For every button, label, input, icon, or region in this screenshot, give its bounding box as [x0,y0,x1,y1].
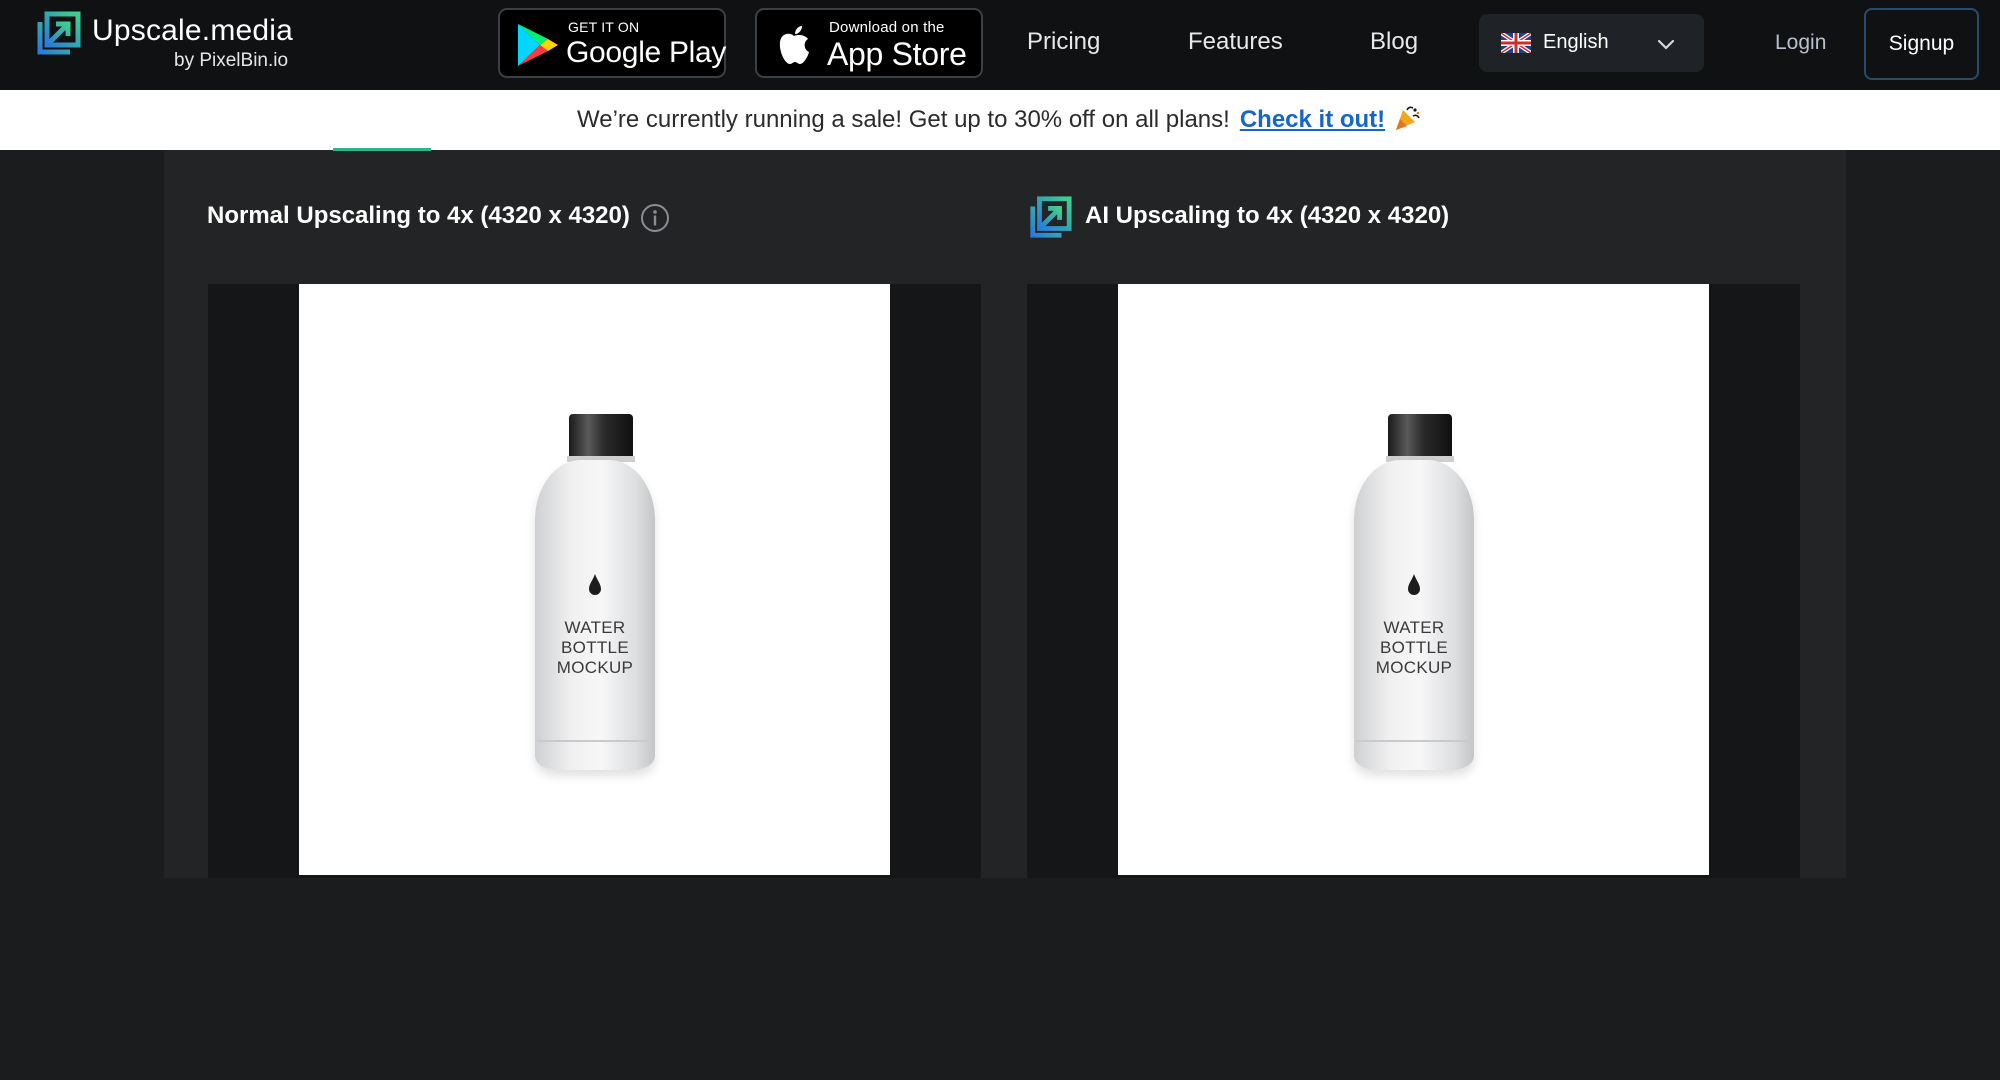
bottle-band [1356,740,1472,742]
logo-subtitle: by PixelBin.io [174,50,289,71]
active-tab-indicator [333,148,431,151]
nav-features-link[interactable]: Features [1188,28,1283,56]
sale-banner-content: We’re currently running a sale! Get up t… [577,104,1421,134]
language-label: English [1543,31,1609,53]
bottle-label-line: BOTTLE [561,638,629,657]
check-it-out-link[interactable]: Check it out! [1240,106,1385,133]
upscale-logo-icon [1030,196,1072,238]
bottle-label: WATER BOTTLE MOCKUP [1354,618,1474,678]
sale-banner: We’re currently running a sale! Get up t… [0,90,2000,150]
google-play-label: Google Play [566,36,727,69]
sale-banner-text: We’re currently running a sale! Get up t… [577,106,1230,133]
bottle-label-line: MOCKUP [556,658,634,677]
language-selector[interactable]: English [1479,14,1704,72]
bottle-label-line: MOCKUP [1375,658,1453,677]
google-play-small-label: GET IT ON [568,19,640,35]
app-store-small-label: Download on the [829,19,945,36]
google-play-icon [518,24,558,66]
bottle-label-line: WATER [564,618,626,637]
bottle-body: WATER BOTTLE MOCKUP [1354,460,1474,770]
nav-pricing-link[interactable]: Pricing [1027,28,1100,56]
apple-icon [779,26,809,64]
water-bottle: WATER BOTTLE MOCKUP [1354,414,1474,774]
water-bottle: WATER BOTTLE MOCKUP [535,414,655,774]
bottle-label-line: WATER [1383,618,1445,637]
nav-blog-link[interactable]: Blog [1370,28,1418,56]
normal-upscaled-image: WATER BOTTLE MOCKUP [299,284,890,875]
logo[interactable]: Upscale.media by PixelBin.io [34,10,304,74]
ai-upscaling-title: AI Upscaling to 4x (4320 x 4320) [1085,202,1450,229]
normal-upscaling-title: Normal Upscaling to 4x (4320 x 4320) [207,202,630,229]
app-store-label: App Store [827,36,967,72]
uk-flag-icon [1501,33,1531,53]
upscale-logo-icon [37,11,81,55]
info-icon[interactable] [640,203,670,233]
bottle-band [537,740,653,742]
chevron-down-icon [1657,39,1675,50]
google-play-button[interactable]: GET IT ON Google Play [498,8,726,78]
logo-title: Upscale.media [92,14,294,47]
party-popper-icon [1396,106,1420,130]
ai-upscaled-image: WATER BOTTLE MOCKUP [1118,284,1709,875]
login-link[interactable]: Login [1775,31,1826,55]
bottle-cap [1388,414,1452,458]
bottle-label-line: BOTTLE [1380,638,1448,657]
water-drop-icon [589,574,601,595]
bottle-label: WATER BOTTLE MOCKUP [535,618,655,678]
top-navbar: Upscale.media by PixelBin.io GET IT ON G… [0,0,2000,90]
bottle-cap [569,414,633,458]
bottle-body: WATER BOTTLE MOCKUP [535,460,655,770]
signup-button[interactable]: Signup [1864,8,1979,80]
app-store-button[interactable]: Download on the App Store [755,8,983,78]
page-footer-area [0,878,2000,1080]
water-drop-icon [1408,574,1420,595]
